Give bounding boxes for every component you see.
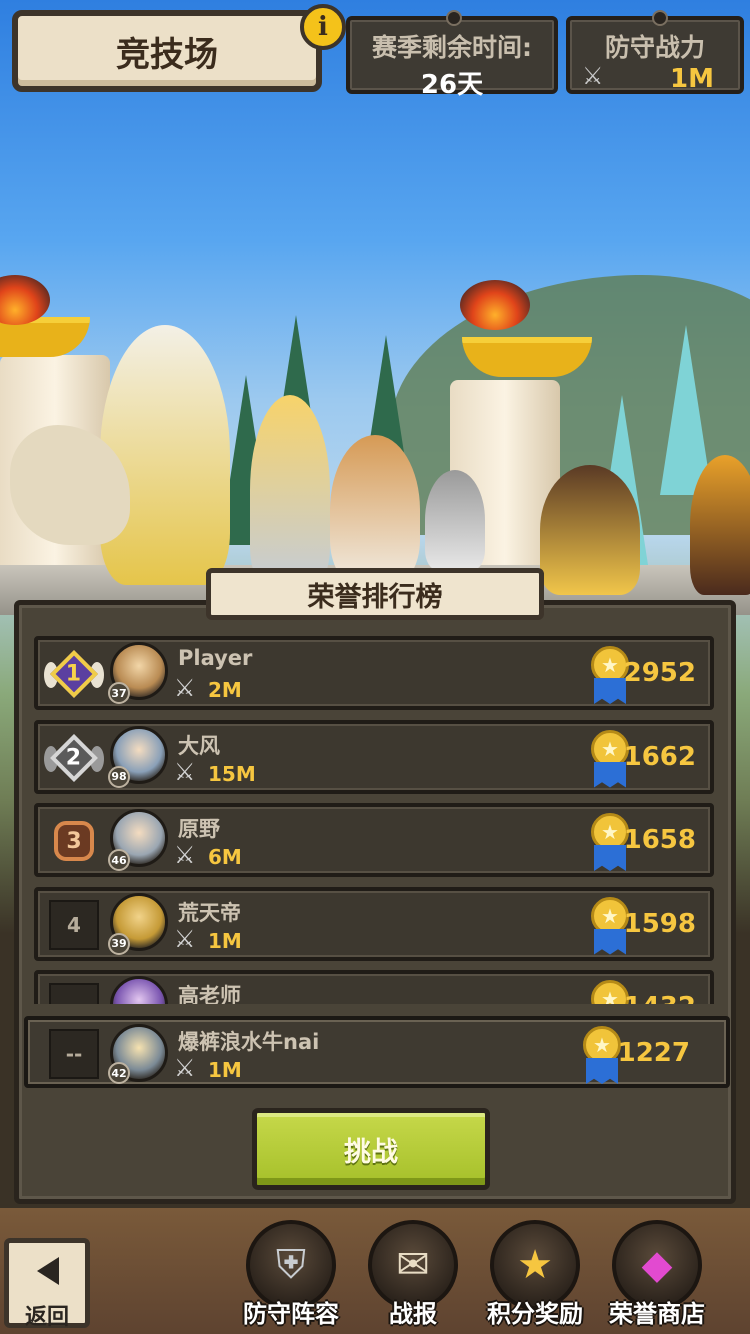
- crossed-swords-icon: ⚔: [174, 757, 196, 786]
- season-remaining-box: 赛季剩余时间: 26天: [346, 10, 558, 100]
- rank-badge-cell: 2: [42, 730, 106, 786]
- leaderboard-row[interactable]: 3 46 原野 ⚔ 6M ★ 1658: [34, 803, 714, 877]
- my-player-power: 1M: [208, 1058, 242, 1082]
- fire: [460, 280, 530, 330]
- nav-label: 战报: [389, 1300, 437, 1328]
- pawn-hero: [425, 470, 485, 570]
- fire-bowl: [462, 337, 592, 377]
- player-name: 荒天帝: [178, 900, 241, 925]
- level-badge: 46: [108, 849, 130, 871]
- challenge-button[interactable]: 挑战: [252, 1108, 490, 1190]
- rank-badge-cell: 1: [42, 646, 106, 702]
- warrior-hero: [690, 455, 750, 595]
- player-name: 高老师: [178, 984, 241, 1004]
- rank-3-badge: 3: [54, 821, 94, 861]
- info-icon[interactable]: i: [300, 4, 346, 50]
- page-title-plate: 竞技场: [12, 10, 322, 92]
- rank-2-badge: 2: [49, 733, 99, 782]
- level-badge: 42: [108, 1062, 130, 1084]
- rook-knight-hero: [100, 325, 230, 585]
- season-remaining-value: 26天: [420, 70, 484, 100]
- leaderboard-title: 荣誉排行榜: [307, 581, 443, 613]
- rank-badge-cell: 3: [42, 813, 106, 869]
- player-power: 6M: [208, 845, 242, 869]
- rank-number: [49, 983, 99, 1004]
- leaderboard-list[interactable]: 1 37 Player ⚔ 2M ★ 2952 2 98 大风 ⚔ 15M ★ …: [34, 636, 716, 1004]
- level-badge: 98: [108, 765, 130, 788]
- leaderboard-title-plate: 荣誉排行榜: [206, 568, 544, 620]
- honor-score: 1658: [623, 825, 696, 855]
- crossed-swords-icon: ⚔: [174, 1054, 196, 1082]
- nav-label: 荣誉商店: [609, 1300, 705, 1328]
- honor-score: 1432: [624, 992, 696, 1004]
- honor-score: 1662: [623, 741, 696, 772]
- defense-power-label: 防守战力: [604, 33, 705, 62]
- avatar[interactable]: [110, 976, 168, 1004]
- rank-badge-cell: --: [42, 1026, 106, 1082]
- back-button-label: 返回: [24, 1305, 69, 1330]
- bishop-hero: [330, 435, 420, 585]
- mage-hero: [250, 395, 330, 585]
- rank-1-badge: 1: [49, 649, 99, 699]
- rank-badge-cell: [42, 980, 106, 1004]
- challenge-button-label: 挑战: [344, 1136, 398, 1168]
- crossed-swords-icon: ⚔: [174, 841, 196, 869]
- defense-lineup-button[interactable]: ⛨ 防守阵容: [226, 1216, 356, 1332]
- rank-number: 1: [66, 661, 82, 687]
- player-name: 原野: [178, 817, 220, 841]
- leaderboard-row[interactable]: 2 98 大风 ⚔ 15M ★ 1662: [34, 719, 714, 794]
- back-button[interactable]: 返回: [4, 1238, 90, 1330]
- rank-number: 4: [49, 899, 99, 950]
- defense-power-value: 1M: [670, 64, 714, 94]
- player-power: 2M: [208, 678, 242, 702]
- honor-score: 2952: [623, 658, 696, 688]
- crossed-swords-icon: ⚔: [174, 674, 196, 702]
- player-power: 1M: [208, 928, 242, 953]
- rank-badge-cell: 4: [42, 897, 106, 953]
- points-reward-button[interactable]: ★ 积分奖励: [470, 1216, 600, 1332]
- rank-number: 2: [66, 745, 82, 770]
- page-title: 竞技场: [116, 34, 218, 75]
- my-player-name: 爆裤浪水牛nai: [178, 1030, 320, 1054]
- pin-icon: [446, 10, 462, 26]
- season-remaining-label: 赛季剩余时间:: [372, 33, 532, 62]
- rank-number: 3: [66, 828, 82, 854]
- level-badge: 39: [108, 932, 130, 955]
- nav-label: 积分奖励: [487, 1300, 583, 1328]
- my-rank-row[interactable]: -- 42 爆裤浪水牛nai ⚔ 1M ★ 1227: [24, 1016, 730, 1088]
- player-name: 大风: [178, 733, 220, 758]
- player-name: Player: [178, 646, 253, 670]
- my-rank-number: --: [49, 1029, 99, 1079]
- leaderboard-row[interactable]: 4 39 荒天帝 ⚔ 1M ★ 1598: [34, 886, 714, 961]
- arena-scene: [0, 95, 750, 615]
- crossed-swords-icon: ⚔: [174, 924, 196, 953]
- honor-score: 1598: [623, 908, 696, 939]
- nav-label: 防守阵容: [243, 1300, 339, 1328]
- level-badge: 37: [108, 682, 130, 704]
- my-honor-score: 1227: [617, 1038, 690, 1068]
- back-arrow-icon: [37, 1257, 59, 1285]
- defense-power-box: 防守战力 ⚔ 1M: [566, 10, 744, 94]
- leaderboard-row[interactable]: 高老师 ★ 1432: [34, 970, 714, 1004]
- honor-shop-button[interactable]: ◆ 荣誉商店: [592, 1216, 722, 1332]
- pin-icon: [652, 10, 668, 26]
- leaderboard-row[interactable]: 1 37 Player ⚔ 2M ★ 2952: [34, 636, 714, 710]
- player-power: 15M: [208, 761, 256, 786]
- queen-hero: [540, 465, 640, 595]
- battle-report-button[interactable]: ✉ 战报: [348, 1216, 478, 1332]
